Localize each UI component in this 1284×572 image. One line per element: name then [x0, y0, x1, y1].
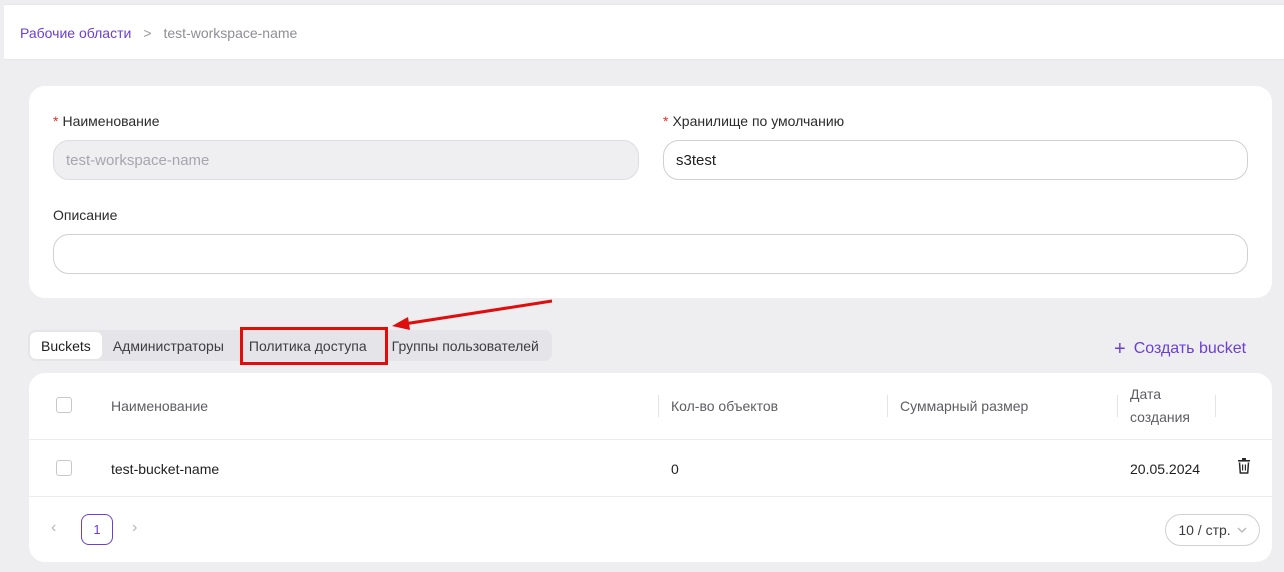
select-all-checkbox[interactable] — [56, 397, 72, 413]
trash-icon[interactable] — [1237, 458, 1251, 474]
row-name[interactable]: test-bucket-name — [111, 461, 219, 477]
column-divider — [887, 395, 888, 417]
workspace-form-card: * Наименование test-workspace-name * Храни… — [29, 86, 1272, 298]
chevron-down-icon — [1237, 527, 1247, 533]
page-1-button[interactable]: 1 — [81, 514, 113, 545]
storage-label: * Хранилище по умолчанию — [663, 113, 845, 129]
chevron-left-icon[interactable]: ‹ — [51, 519, 56, 537]
name-field: test-workspace-name — [53, 140, 639, 180]
table-row: test-bucket-name 0 20.05.2024 — [29, 441, 1272, 497]
name-label: * Наименование — [53, 113, 160, 129]
top-bar: Рабочие области > test-workspace-name — [4, 4, 1284, 60]
page-size-select[interactable]: 10 / стр. — [1165, 514, 1260, 546]
required-mark: * — [663, 113, 669, 129]
column-divider — [1117, 395, 1118, 417]
header-name: Наименование — [111, 398, 209, 414]
description-label: Описание — [53, 207, 118, 223]
required-mark: * — [53, 113, 59, 129]
plus-icon: + — [1114, 338, 1126, 360]
header-size: Суммарный размер — [900, 398, 1029, 414]
tab-buckets[interactable]: Buckets — [30, 332, 102, 359]
table-header: Наименование Кол-во объектов Суммарный р… — [29, 373, 1272, 440]
tab-administrators[interactable]: Администраторы — [102, 332, 235, 359]
create-bucket-label: Создать bucket — [1133, 340, 1247, 357]
row-checkbox[interactable] — [56, 460, 72, 476]
page-size-label: 10 / стр. — [1178, 522, 1231, 538]
highlight-box — [240, 327, 388, 365]
breadcrumb-current: test-workspace-name — [163, 25, 298, 41]
column-divider — [658, 395, 659, 417]
header-date-line1: Дата — [1130, 386, 1162, 402]
row-date: 20.05.2024 — [1130, 461, 1201, 477]
tab-user-groups[interactable]: Группы пользователей — [381, 332, 550, 359]
header-objects: Кол-во объектов — [671, 398, 779, 414]
buckets-table: Наименование Кол-во объектов Суммарный р… — [29, 373, 1272, 562]
column-divider — [1215, 395, 1216, 417]
chevron-right-icon[interactable]: › — [132, 519, 137, 537]
description-field[interactable] — [53, 234, 1248, 274]
breadcrumb-separator: > — [143, 25, 152, 41]
header-date-line2: создания — [1130, 409, 1190, 425]
storage-select[interactable]: s3test — [663, 140, 1248, 180]
create-bucket-button[interactable]: + Создать bucket — [1114, 338, 1247, 360]
breadcrumb-workspaces-link[interactable]: Рабочие области — [20, 25, 131, 41]
breadcrumb: Рабочие области > test-workspace-name — [20, 25, 297, 41]
annotation-arrow — [392, 299, 553, 330]
row-objects: 0 — [671, 461, 679, 477]
